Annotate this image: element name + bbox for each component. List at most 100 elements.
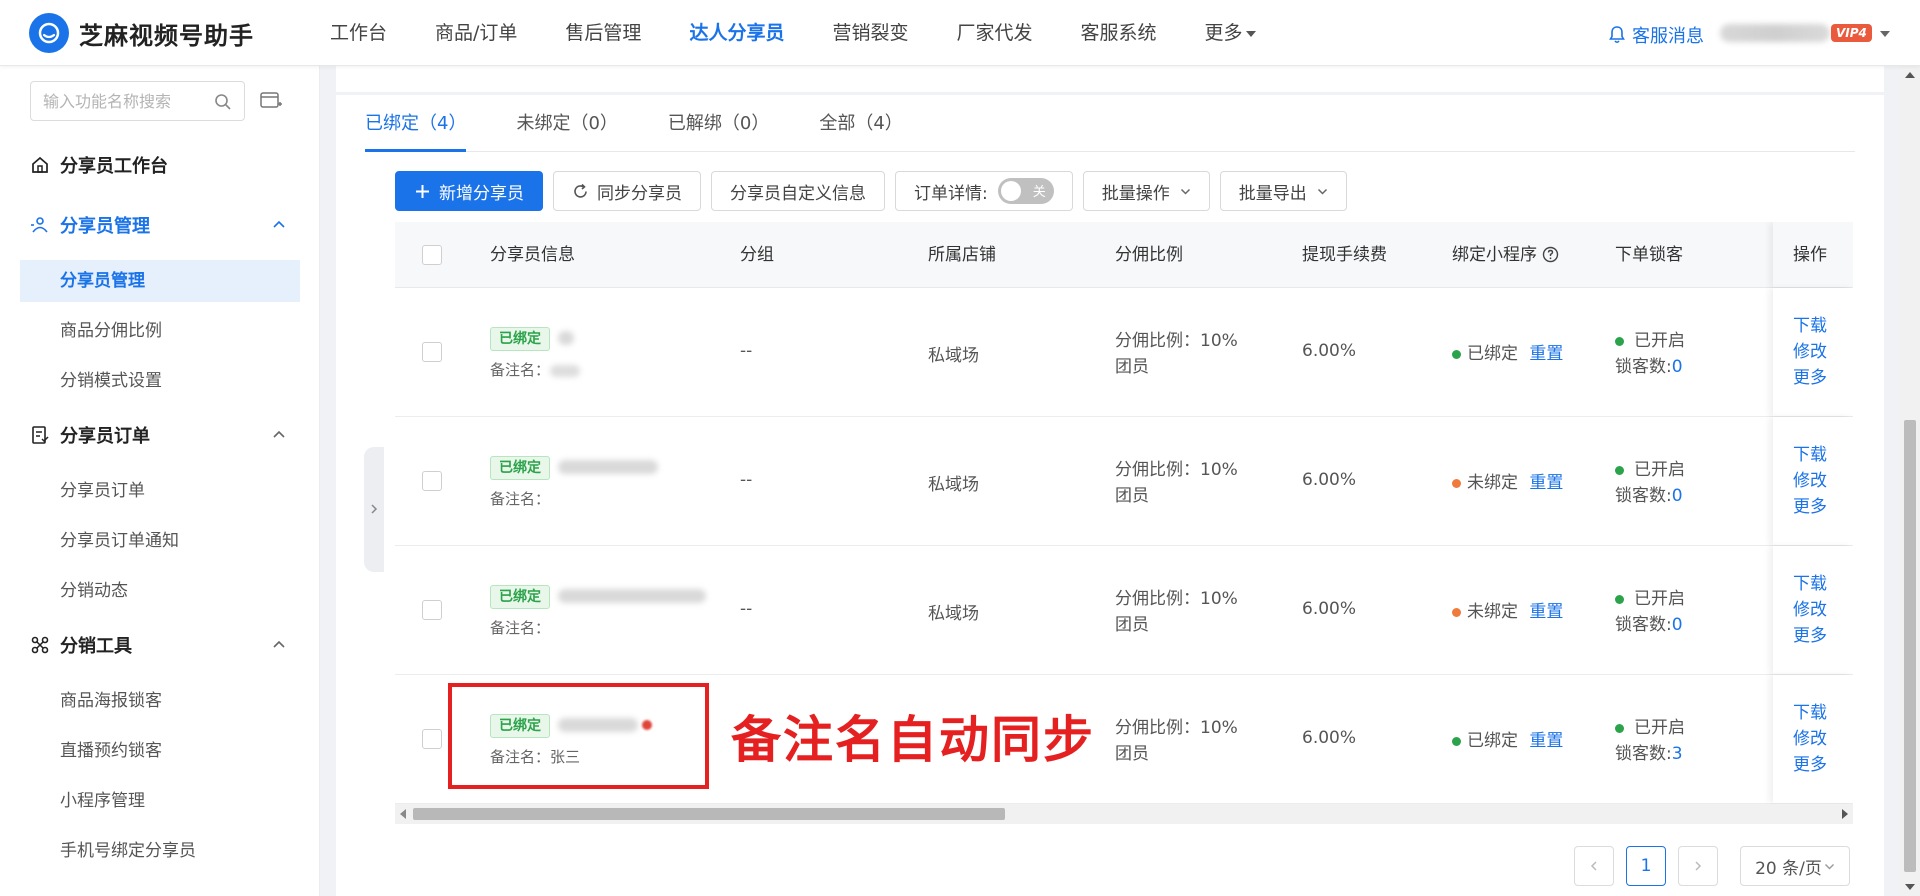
- lock-count-label: 锁客数:: [1615, 615, 1672, 635]
- lock-cell: 已开启 锁客数:0: [1615, 586, 1685, 638]
- lock-status-dot: [1615, 465, 1624, 475]
- sidebar-item-distribution-mode[interactable]: 分销模式设置: [20, 360, 300, 402]
- toggle-knob: [1000, 181, 1021, 201]
- scroll-down-icon[interactable]: [1905, 884, 1915, 890]
- more-link[interactable]: 更多: [1793, 494, 1827, 520]
- sidebar-item-commission-ratio[interactable]: 商品分佣比例: [20, 310, 300, 352]
- toolbar: 新增分享员 同步分享员 分享员自定义信息 订单详情: 关 批量操作 批量导出: [395, 171, 1357, 211]
- row-checkbox[interactable]: [422, 342, 442, 362]
- pagination: 1 20 条/页: [1574, 846, 1850, 886]
- page-number-button[interactable]: 1: [1626, 846, 1666, 886]
- nav-after-sales[interactable]: 售后管理: [541, 0, 665, 66]
- sidebar-collapse-handle[interactable]: [364, 447, 384, 572]
- sidebar-group-sharer-management[interactable]: 分享员管理: [0, 200, 320, 250]
- next-page-button[interactable]: [1678, 846, 1718, 886]
- download-link[interactable]: 下载: [1793, 700, 1827, 726]
- help-icon[interactable]: [1542, 246, 1559, 263]
- row-checkbox[interactable]: [422, 600, 442, 620]
- order-detail-label: 订单详情:: [914, 183, 988, 204]
- sidebar-item-phone-bind[interactable]: 手机号绑定分享员: [20, 830, 300, 872]
- reset-link[interactable]: 重置: [1529, 731, 1563, 751]
- download-link[interactable]: 下载: [1793, 571, 1827, 597]
- sidebar-item-distribution-feed[interactable]: 分销动态: [20, 570, 300, 612]
- toggle-off-label: 关: [1032, 185, 1046, 200]
- sharer-name-blurred: [558, 589, 706, 603]
- scroll-up-icon[interactable]: [1905, 72, 1915, 78]
- sidebar-item-live-reserve-lock[interactable]: 直播预约锁客: [20, 730, 300, 772]
- shortcut-panel-icon[interactable]: [260, 91, 282, 111]
- chevron-down-icon: [1317, 188, 1327, 195]
- more-link[interactable]: 更多: [1793, 365, 1827, 391]
- reset-link[interactable]: 重置: [1529, 473, 1563, 493]
- bound-badge: 已绑定: [490, 585, 550, 609]
- edit-link[interactable]: 修改: [1793, 339, 1827, 365]
- more-link[interactable]: 更多: [1793, 752, 1827, 778]
- nav-workbench[interactable]: 工作台: [306, 0, 411, 66]
- more-link[interactable]: 更多: [1793, 623, 1827, 649]
- reset-link[interactable]: 重置: [1529, 602, 1563, 622]
- user-menu-caret-icon[interactable]: [1880, 31, 1890, 37]
- shop-cell: 私域场: [928, 604, 979, 624]
- add-sharer-button[interactable]: 新增分享员: [395, 171, 543, 211]
- custom-info-label: 分享员自定义信息: [730, 183, 866, 204]
- sidebar-item-miniprogram[interactable]: 小程序管理: [20, 780, 300, 822]
- sync-sharer-button[interactable]: 同步分享员: [553, 171, 701, 211]
- bound-badge: 已绑定: [490, 456, 550, 480]
- service-message-link[interactable]: 客服消息: [1607, 22, 1704, 48]
- prev-page-button[interactable]: [1574, 846, 1614, 886]
- scroll-right-icon[interactable]: [1842, 809, 1848, 819]
- row-checkbox[interactable]: [422, 471, 442, 491]
- tab-all[interactable]: 全部（4）: [819, 100, 902, 151]
- sidebar-item-poster-lock[interactable]: 商品海报锁客: [20, 680, 300, 722]
- scrollbar-thumb[interactable]: [413, 808, 1005, 820]
- order-detail-toggle[interactable]: 关: [997, 178, 1054, 204]
- lock-count-link[interactable]: 0: [1672, 357, 1683, 377]
- nav-marketing[interactable]: 营销裂变: [808, 0, 932, 66]
- sidebar-workbench-label: 分享员工作台: [60, 156, 168, 177]
- tab-unbound[interactable]: 未绑定（0）: [516, 100, 617, 151]
- sidebar-group-sharer-orders[interactable]: 分享员订单: [0, 410, 320, 460]
- edit-link[interactable]: 修改: [1793, 726, 1827, 752]
- tab-bound[interactable]: 已绑定（4）: [365, 100, 467, 152]
- page-vertical-scrollbar[interactable]: [1900, 66, 1920, 896]
- header-ops: 操作: [1793, 245, 1827, 265]
- tool-icon: [31, 636, 49, 654]
- select-all-checkbox[interactable]: [422, 245, 442, 265]
- chevron-right-icon: [371, 504, 378, 514]
- reset-link[interactable]: 重置: [1529, 344, 1563, 364]
- app-logo[interactable]: 芝麻视频号助手: [29, 13, 254, 53]
- scroll-left-icon[interactable]: [400, 809, 406, 819]
- nav-goods-orders[interactable]: 商品/订单: [411, 0, 541, 66]
- edit-link[interactable]: 修改: [1793, 597, 1827, 623]
- row-checkbox[interactable]: [422, 729, 442, 749]
- sidebar-item-sharer-management[interactable]: 分享员管理: [20, 260, 300, 302]
- lock-count-link[interactable]: 0: [1672, 486, 1683, 506]
- batch-export-button[interactable]: 批量导出: [1219, 171, 1347, 211]
- lock-count-link[interactable]: 0: [1672, 615, 1683, 635]
- sidebar-item-sharer-orders[interactable]: 分享员订单: [20, 470, 300, 512]
- user-account-blurred[interactable]: [1720, 24, 1830, 42]
- search-icon[interactable]: [214, 93, 232, 111]
- custom-info-button[interactable]: 分享员自定义信息: [711, 171, 885, 211]
- batch-operation-button[interactable]: 批量操作: [1082, 171, 1210, 211]
- page-size-select[interactable]: 20 条/页: [1740, 846, 1850, 886]
- download-link[interactable]: 下载: [1793, 313, 1827, 339]
- header-sharer-info: 分享员信息: [490, 245, 575, 265]
- sidebar-item-workbench[interactable]: 分享员工作台: [0, 140, 320, 190]
- nav-more[interactable]: 更多: [1181, 0, 1280, 66]
- table-horizontal-scrollbar[interactable]: [395, 804, 1853, 824]
- sidebar-item-order-notice[interactable]: 分享员订单通知: [20, 520, 300, 562]
- commission-cell: 分佣比例：10% 团员: [1115, 586, 1238, 638]
- sidebar-group-distribution-tools[interactable]: 分销工具: [0, 620, 320, 670]
- edit-link[interactable]: 修改: [1793, 468, 1827, 494]
- nav-sharers[interactable]: 达人分享员: [665, 0, 808, 66]
- nav-dropship[interactable]: 厂家代发: [932, 0, 1056, 66]
- scrollbar-thumb[interactable]: [1904, 420, 1916, 872]
- bind-status-cell: 未绑定 重置: [1452, 597, 1563, 622]
- download-link[interactable]: 下载: [1793, 442, 1827, 468]
- lock-count-link[interactable]: 3: [1672, 744, 1683, 764]
- nav-customer-service[interactable]: 客服系统: [1056, 0, 1180, 66]
- fee-cell: 6.00%: [1302, 341, 1357, 361]
- tab-released[interactable]: 已解绑（0）: [668, 100, 769, 151]
- function-search-input[interactable]: [43, 82, 213, 120]
